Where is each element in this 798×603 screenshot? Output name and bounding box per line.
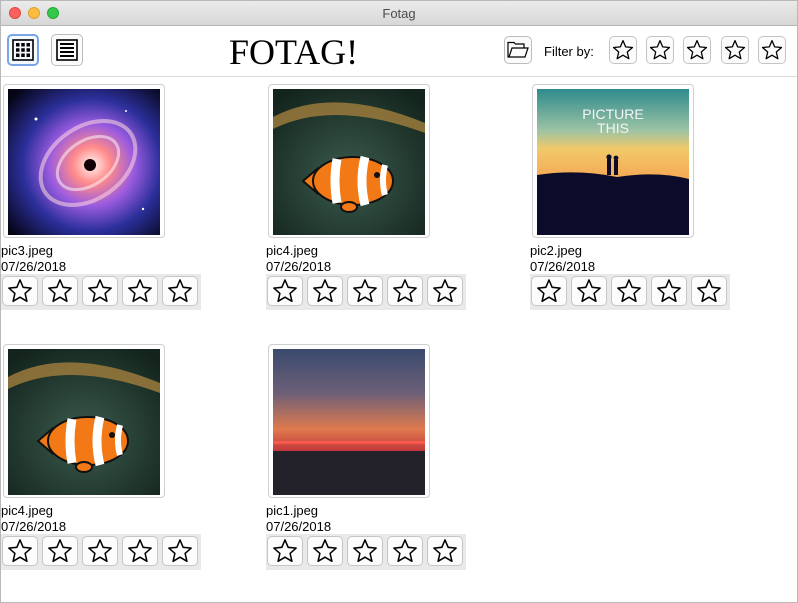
app-window: Fotag FOTAG! Filter by: pic3.jpeg 07/26/… [0,0,798,603]
image-card: PICTURE THIS pic2.jpeg 07/26/2018 [530,77,730,312]
rating-star-3[interactable] [347,276,383,306]
rating-star-1[interactable] [2,536,38,566]
rating-star-5[interactable] [162,276,198,306]
rating-star-2[interactable] [42,536,78,566]
image-card: pic4.jpeg 07/26/2018 [266,77,466,312]
image-card: pic4.jpeg 07/26/2018 [1,337,201,572]
rating-star-1[interactable] [531,276,567,306]
image-filename: pic4.jpeg [1,503,54,518]
star-icon [128,279,152,303]
star-icon [433,539,457,563]
rating-star-5[interactable] [162,536,198,566]
star-icon [537,279,561,303]
star-icon [697,279,721,303]
star-icon [577,279,601,303]
star-icon [8,539,32,563]
rating-star-2[interactable] [307,536,343,566]
image-date: 07/26/2018 [1,519,67,534]
image-date: 07/26/2018 [266,259,332,274]
rating-star-2[interactable] [42,276,78,306]
rating-star-3[interactable] [347,536,383,566]
star-icon [128,539,152,563]
toolbar: FOTAG! Filter by: [1,26,797,77]
list-view-icon [56,39,78,61]
star-icon [393,539,417,563]
svg-text:THIS: THIS [597,120,629,136]
star-rating [266,274,466,310]
star-rating [530,274,730,310]
star-icon [649,40,671,60]
image-date: 07/26/2018 [1,259,67,274]
star-icon [353,279,377,303]
image-thumbnail[interactable] [268,344,430,498]
image-grid: pic3.jpeg 07/26/2018 pic4.jpeg 07/26/2018 [1,77,797,602]
image-thumbnail[interactable] [3,344,165,498]
rating-star-4[interactable] [122,536,158,566]
star-icon [168,539,192,563]
star-rating [1,534,201,570]
title-bar: Fotag [1,1,797,26]
folder-open-icon [507,41,529,58]
star-icon [8,279,32,303]
star-icon [657,279,681,303]
rating-star-4[interactable] [122,276,158,306]
image-filename: pic4.jpeg [266,243,319,258]
star-icon [88,279,112,303]
filter-star-1[interactable] [609,36,637,64]
rating-star-1[interactable] [267,276,303,306]
image-thumbnail[interactable] [268,84,430,238]
image-filename: pic1.jpeg [266,503,319,518]
star-icon [168,279,192,303]
star-icon [273,279,297,303]
rating-star-3[interactable] [82,536,118,566]
rating-star-4[interactable] [651,276,687,306]
star-rating [1,274,201,310]
star-icon [48,279,72,303]
star-icon [313,279,337,303]
image-card: pic1.jpeg 07/26/2018 [266,337,466,572]
rating-star-4[interactable] [387,536,423,566]
star-icon [612,40,634,60]
window-title: Fotag [382,6,416,21]
image-date: 07/26/2018 [530,259,596,274]
filter-label: Filter by: [544,44,594,59]
rating-star-3[interactable] [611,276,647,306]
image-filename: pic2.jpeg [530,243,583,258]
star-icon [724,40,746,60]
rating-star-1[interactable] [267,536,303,566]
rating-star-5[interactable] [691,276,727,306]
rating-star-1[interactable] [2,276,38,306]
grid-view-button[interactable] [7,34,39,66]
image-thumbnail[interactable]: PICTURE THIS [532,84,694,238]
rating-star-5[interactable] [427,276,463,306]
image-thumbnail[interactable] [3,84,165,238]
image-filename: pic3.jpeg [1,243,54,258]
star-icon [393,279,417,303]
filter-star-4[interactable] [721,36,749,64]
list-view-button[interactable] [51,34,83,66]
rating-star-4[interactable] [387,276,423,306]
rating-star-3[interactable] [82,276,118,306]
open-folder-button[interactable] [504,36,532,64]
star-icon [433,279,457,303]
filter-star-2[interactable] [646,36,674,64]
star-icon [617,279,641,303]
rating-star-2[interactable] [571,276,607,306]
image-card: pic3.jpeg 07/26/2018 [1,77,201,312]
filter-star-5[interactable] [758,36,786,64]
star-icon [313,539,337,563]
star-icon [88,539,112,563]
image-date: 07/26/2018 [266,519,332,534]
star-icon [686,40,708,60]
app-title: FOTAG! [229,32,359,72]
rating-star-2[interactable] [307,276,343,306]
star-rating [266,534,466,570]
grid-view-icon [12,39,34,61]
star-icon [761,40,783,60]
star-icon [353,539,377,563]
rating-star-5[interactable] [427,536,463,566]
star-icon [48,539,72,563]
star-icon [273,539,297,563]
filter-star-3[interactable] [683,36,711,64]
